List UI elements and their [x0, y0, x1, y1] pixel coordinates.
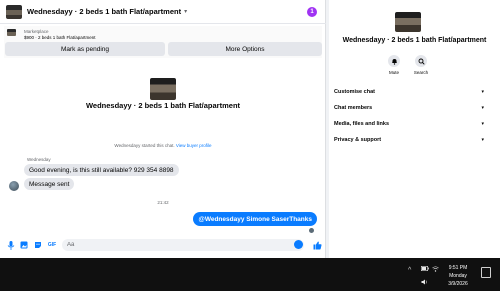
timestamp: 21:42	[157, 200, 169, 205]
view-buyer-profile-link[interactable]: View buyer profile	[176, 143, 212, 148]
search-label: Search	[413, 70, 429, 75]
seen-avatar	[309, 228, 314, 233]
section-chat-members[interactable]: Chat members ▾	[334, 102, 484, 113]
emoji-icon[interactable]	[294, 240, 303, 249]
chevron-down-icon[interactable]: ▾	[184, 8, 187, 15]
mark-as-pending-button[interactable]: Mark as pending	[5, 42, 165, 56]
bell-icon	[388, 55, 400, 67]
chat-title: Wednesdayy · 2 beds 1 bath Flat/apartmen…	[27, 7, 182, 16]
listing-kind: Marketplace	[24, 29, 49, 34]
microphone-icon[interactable]	[6, 240, 16, 250]
wifi-icon[interactable]	[432, 266, 439, 274]
battery-icon[interactable]	[421, 266, 429, 273]
chevron-down-icon: ▾	[481, 104, 484, 111]
listing-image	[150, 78, 176, 100]
image-icon[interactable]	[19, 240, 29, 250]
listing-thumbnail	[7, 29, 16, 36]
sender-name: Wednesday	[27, 157, 51, 162]
clock-time: 9:51 PM	[448, 265, 468, 271]
listing-description: $900 · 2 beds 1 bath Flat/apartment	[24, 35, 96, 40]
search-button[interactable]: Search	[409, 55, 433, 75]
info-title: Wednesdayy · 2 beds 1 bath Flat/apartmen…	[342, 37, 487, 44]
info-panel: Wednesdayy · 2 beds 1 bath Flat/apartmen…	[329, 0, 500, 258]
gif-icon[interactable]: GIF	[47, 240, 57, 250]
mute-label: Mute	[388, 70, 399, 75]
incoming-message: Good evening, is this still available? 9…	[24, 164, 179, 176]
sticker-icon[interactable]	[33, 240, 43, 250]
section-privacy-support[interactable]: Privacy & support ▾	[334, 134, 484, 145]
avatar[interactable]	[9, 181, 19, 191]
listing-avatar	[6, 4, 22, 19]
notification-center-icon[interactable]	[481, 267, 491, 278]
speaker-icon[interactable]	[421, 279, 428, 287]
section-label: Privacy & support	[334, 136, 382, 143]
message-input[interactable]	[62, 239, 304, 251]
more-options-button[interactable]: More Options	[168, 42, 322, 56]
system-clock[interactable]: 9:51 PM Monday 3/9/2026	[444, 264, 472, 288]
section-media-files-links[interactable]: Media, files and links ▾	[334, 118, 484, 129]
thumbs-up-icon[interactable]	[312, 240, 322, 250]
chevron-up-icon[interactable]: ^	[408, 267, 411, 274]
listing-image	[395, 12, 421, 32]
chat-panel: Wednesdayy · 2 beds 1 bath Flat/apartmen…	[0, 0, 326, 258]
outgoing-message: @Wednesdayy Simone SaserThanks	[193, 212, 317, 226]
clock-date: 3/9/2026	[448, 281, 468, 287]
composer: GIF	[0, 237, 326, 253]
clock-day: Monday	[449, 273, 467, 279]
chevron-down-icon: ▾	[481, 120, 484, 127]
search-icon	[415, 55, 427, 67]
chat-started-text: Wednesdayy started this chat.	[114, 143, 176, 148]
section-label: Customise chat	[334, 88, 375, 95]
chevron-down-icon: ▾	[481, 88, 484, 95]
chat-header[interactable]: Wednesdayy · 2 beds 1 bath Flat/apartmen…	[0, 0, 326, 24]
incoming-message: Message sent	[24, 178, 75, 190]
thread-title: Wednesdayy · 2 beds 1 bath Flat/apartmen…	[85, 101, 241, 110]
section-label: Chat members	[334, 104, 373, 111]
notification-badge[interactable]: 1	[307, 7, 317, 17]
section-customise-chat[interactable]: Customise chat ▾	[334, 86, 484, 97]
section-label: Media, files and links	[334, 120, 390, 127]
chat-started-note: Wednesdayy started this chat. View buyer…	[0, 143, 326, 148]
mute-button[interactable]: Mute	[382, 55, 406, 75]
chevron-down-icon: ▾	[481, 136, 484, 143]
